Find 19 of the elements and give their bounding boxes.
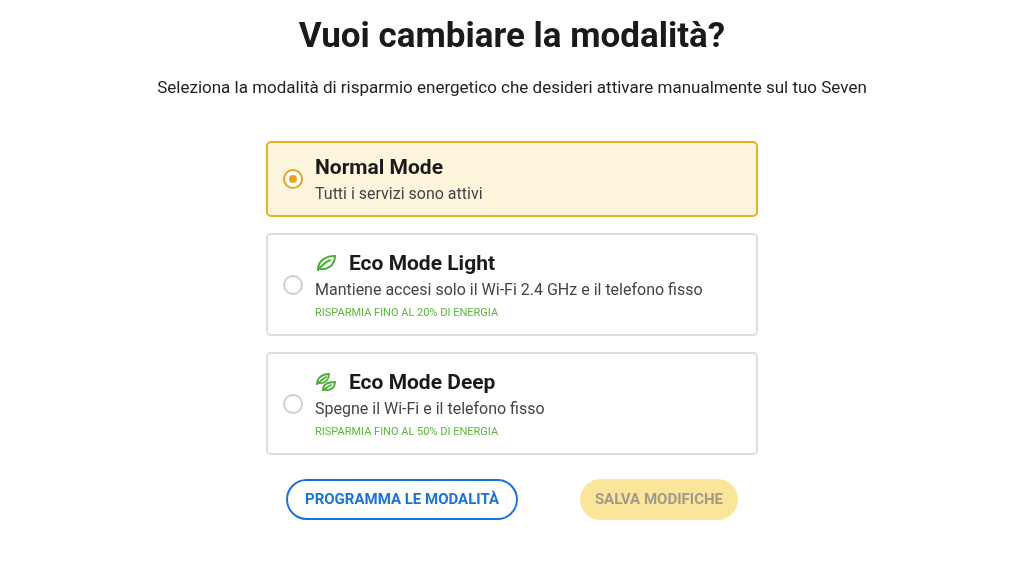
- leaf-icon: [315, 254, 337, 272]
- saving-note: RISPARMIA FINO AL 50% DI ENERGIA: [315, 425, 500, 439]
- mode-option[interactable]: Normal Mode Tutti i servizi sono attivi: [266, 141, 758, 217]
- page-title: Vuoi cambiare la modalità?: [298, 14, 726, 58]
- mode-option[interactable]: Eco Mode Light Mantiene accesi solo il Wi-Fi 2.4 GHz e il telefono fisso RISPARMIA FINO AL 20% DI ENERGIA: [266, 233, 758, 336]
- mode-description: Mantiene accesi solo il Wi-Fi 2.4 GHz e il telefono fisso: [315, 279, 703, 301]
- schedule-button[interactable]: PROGRAMMA LE MODALITÀ: [286, 479, 519, 520]
- mode-option[interactable]: Eco Mode Deep Spegne il Wi-Fi e il telefono fisso RISPARMIA FINO AL 50% DI ENERGIA: [266, 352, 758, 455]
- radio-button[interactable]: [283, 393, 303, 414]
- saving-note: RISPARMIA FINO AL 20% DI ENERGIA: [315, 306, 500, 320]
- page-subtitle: Seleziona la modalità di risparmio energetico che desideri attivare manualmente sul tuo Seven: [157, 76, 867, 98]
- leaves-icon: [315, 372, 337, 392]
- radio-button[interactable]: [283, 169, 303, 189]
- mode-description: Tutti i servizi sono attivi: [315, 183, 483, 205]
- mode-title: Eco Mode Light: [349, 250, 496, 277]
- mode-description: Spegne il Wi-Fi e il telefono fisso: [315, 398, 545, 420]
- radio-button[interactable]: [283, 274, 303, 295]
- mode-title: Normal Mode: [315, 154, 443, 181]
- mode-title: Eco Mode Deep: [349, 369, 496, 396]
